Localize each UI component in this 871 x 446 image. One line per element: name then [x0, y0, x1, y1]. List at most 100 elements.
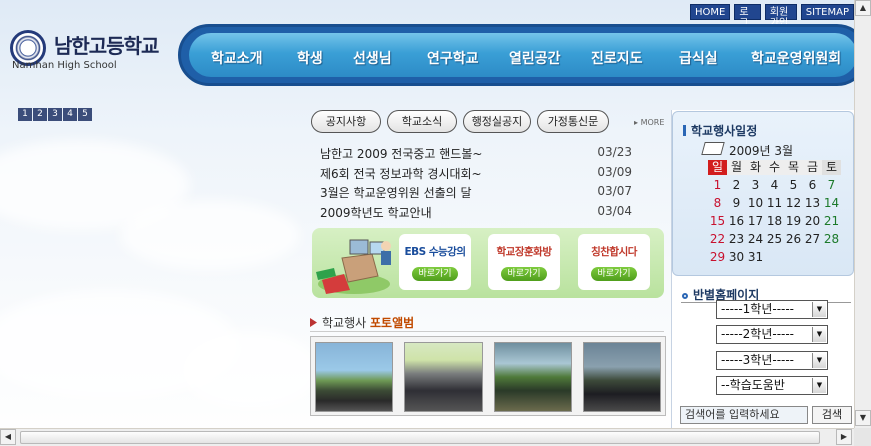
- album-photo[interactable]: [404, 342, 483, 412]
- calendar-day[interactable]: 24: [746, 232, 765, 247]
- calendar-day[interactable]: 5: [784, 178, 803, 193]
- search-button[interactable]: 검색: [812, 406, 852, 424]
- book-icon: [701, 142, 725, 155]
- list-item[interactable]: 제6회 전국 정보과학 경시대회~ 03/09: [320, 165, 632, 185]
- calendar-day[interactable]: 23: [727, 232, 746, 247]
- calendar-day[interactable]: 18: [765, 214, 784, 229]
- calendar-day[interactable]: 9: [727, 196, 746, 211]
- learning-support-select[interactable]: --학습도움반 ▼: [716, 376, 828, 395]
- slide-pager: 1 2 3 4 5: [18, 108, 92, 121]
- calendar-day[interactable]: 2: [727, 178, 746, 193]
- album-photo[interactable]: [582, 342, 661, 412]
- computer-illustration-icon: [316, 239, 391, 294]
- top-utility-links: HOME 로그인 회원가입 SITEMAP: [690, 4, 854, 40]
- search-input[interactable]: 검색어를 입력하세요: [680, 406, 808, 424]
- nav-item-school-intro[interactable]: 학교소개: [211, 48, 263, 68]
- calendar-day[interactable]: 12: [784, 196, 803, 211]
- tab-newsletters[interactable]: 가정통신문: [537, 110, 609, 133]
- list-item[interactable]: 남한고 2009 전국중고 핸드볼~ 03/23: [320, 145, 632, 165]
- chevron-down-icon: ▼: [812, 353, 826, 368]
- nav-item-open-space[interactable]: 열린공간: [509, 48, 561, 68]
- home-link[interactable]: HOME: [690, 4, 731, 20]
- grade1-select[interactable]: -----1학년----- ▼: [716, 300, 828, 319]
- nav-item-students[interactable]: 학생: [297, 48, 323, 68]
- photo-album: [310, 336, 666, 416]
- calendar-day[interactable]: 3: [746, 178, 765, 193]
- main-nav: 학교소개 학생 선생님 연구학교 열린공간 진로지도 급식실 학교운영위원회: [178, 24, 854, 86]
- photo-album-title: 학교행사 포토앨범: [310, 314, 414, 331]
- logo-name-korean: 남한고등학교: [54, 34, 159, 58]
- signup-link[interactable]: 회원가입: [764, 4, 797, 29]
- praise-go-button[interactable]: 바로가기: [591, 267, 637, 281]
- ebs-lecture-card[interactable]: EBS 수능강의 바로가기: [399, 234, 471, 290]
- nav-item-steering-committee[interactable]: 학교운영위원회: [751, 48, 841, 68]
- calendar-day[interactable]: 28: [822, 232, 841, 247]
- calendar-day[interactable]: 26: [784, 232, 803, 247]
- scroll-right-arrow-icon[interactable]: ▶: [836, 429, 852, 445]
- list-item[interactable]: 3월은 학교운영위원 선출의 달 03/07: [320, 184, 632, 204]
- calendar-day[interactable]: 27: [803, 232, 822, 247]
- calendar-day[interactable]: 21: [822, 214, 841, 229]
- weekday-header: 금: [803, 160, 822, 175]
- more-link[interactable]: ▸ MORE: [634, 118, 664, 127]
- weekday-header: 수: [765, 160, 784, 175]
- login-link[interactable]: 로그인: [734, 4, 761, 40]
- calendar-day[interactable]: 16: [727, 214, 746, 229]
- grade2-select[interactable]: -----2학년----- ▼: [716, 325, 828, 344]
- pager-button[interactable]: 2: [33, 108, 47, 121]
- ebs-go-button[interactable]: 바로가기: [412, 267, 458, 281]
- chevron-down-icon: ▼: [812, 327, 826, 342]
- calendar-day[interactable]: 29: [708, 250, 727, 265]
- principal-talk-card[interactable]: 학교장훈화방 바로가기: [488, 234, 560, 290]
- scroll-up-arrow-icon[interactable]: ▲: [855, 0, 871, 16]
- calendar-day[interactable]: 17: [746, 214, 765, 229]
- horizontal-scrollbar[interactable]: ◀ ▶: [0, 428, 854, 446]
- weekday-header: 목: [784, 160, 803, 175]
- calendar-day[interactable]: 1: [708, 178, 727, 193]
- album-photo[interactable]: [493, 342, 572, 412]
- calendar-day[interactable]: 31: [746, 250, 765, 265]
- pager-button[interactable]: 5: [78, 108, 92, 121]
- scroll-down-arrow-icon[interactable]: ▼: [855, 410, 871, 426]
- calendar-day[interactable]: 22: [708, 232, 727, 247]
- calendar-day[interactable]: 15: [708, 214, 727, 229]
- calendar-day[interactable]: 6: [803, 178, 822, 193]
- tab-notices[interactable]: 공지사항: [311, 110, 381, 133]
- calendar-day[interactable]: 25: [765, 232, 784, 247]
- calendar-day[interactable]: 11: [765, 196, 784, 211]
- vertical-scrollbar[interactable]: ▲ ▼: [854, 0, 871, 428]
- sitemap-link[interactable]: SITEMAP: [800, 4, 854, 20]
- calendar-day[interactable]: 10: [746, 196, 765, 211]
- calendar-day[interactable]: 4: [765, 178, 784, 193]
- praise-card[interactable]: 칭찬합시다 바로가기: [578, 234, 650, 290]
- quick-links-banner: EBS 수능강의 바로가기 학교장훈화방 바로가기 칭찬합시다 바로가기: [312, 228, 664, 298]
- weekday-header: 일: [708, 160, 727, 175]
- calendar-day[interactable]: 7: [822, 178, 841, 193]
- nav-item-cafeteria[interactable]: 급식실: [679, 48, 718, 68]
- calendar-day[interactable]: 14: [822, 196, 841, 211]
- calendar-day[interactable]: 19: [784, 214, 803, 229]
- scroll-left-arrow-icon[interactable]: ◀: [0, 429, 16, 445]
- pager-button[interactable]: 3: [48, 108, 62, 121]
- calendar-day[interactable]: 30: [727, 250, 746, 265]
- calendar-day[interactable]: 8: [708, 196, 727, 211]
- nav-item-research-school[interactable]: 연구학교: [427, 48, 479, 68]
- nav-item-career[interactable]: 진로지도: [591, 48, 643, 68]
- calendar-day: [765, 250, 784, 265]
- album-photo[interactable]: [315, 342, 394, 412]
- calendar-day[interactable]: 20: [803, 214, 822, 229]
- calendar-day: [822, 250, 841, 265]
- pager-button[interactable]: 4: [63, 108, 77, 121]
- calendar-day: [784, 250, 803, 265]
- calendar-day[interactable]: 13: [803, 196, 822, 211]
- tab-school-news[interactable]: 학교소식: [387, 110, 457, 133]
- horizontal-scroll-thumb[interactable]: [20, 431, 820, 444]
- school-logo[interactable]: 남한고등학교 Namhan High School: [10, 30, 185, 75]
- pager-button[interactable]: 1: [18, 108, 32, 121]
- principal-go-button[interactable]: 바로가기: [501, 267, 547, 281]
- notice-list: 남한고 2009 전국중고 핸드볼~ 03/23 제6회 전국 정보과학 경시대회…: [320, 145, 632, 223]
- tab-admin-notices[interactable]: 행정실공지: [463, 110, 531, 133]
- nav-item-teachers[interactable]: 선생님: [353, 48, 392, 68]
- list-item[interactable]: 2009학년도 학교안내 03/04: [320, 204, 632, 224]
- grade3-select[interactable]: -----3학년----- ▼: [716, 351, 828, 370]
